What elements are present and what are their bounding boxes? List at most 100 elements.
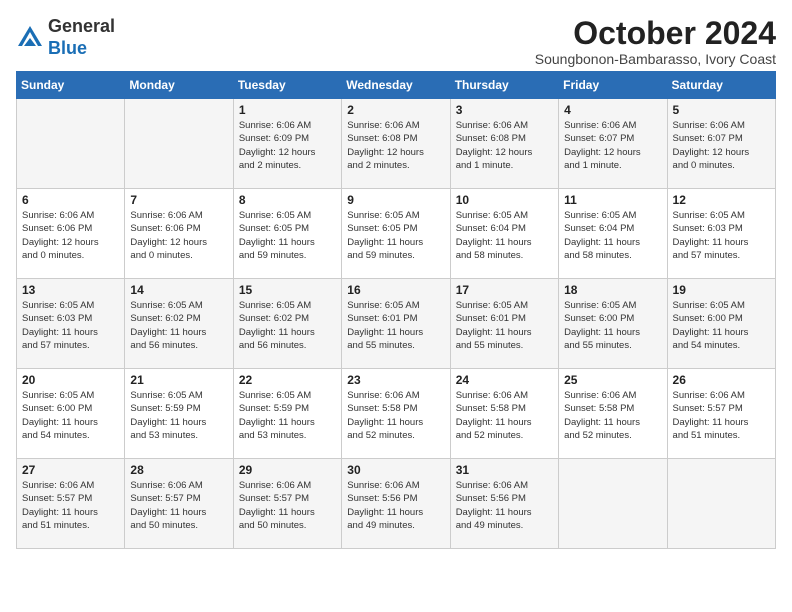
calendar-cell: 7 Sunrise: 6:06 AM Sunset: 6:06 PM Daylig… xyxy=(125,189,233,279)
day-detail: Sunrise: 6:06 AM Sunset: 6:07 PM Dayligh… xyxy=(564,119,661,172)
day-number: 25 xyxy=(564,373,661,387)
calendar-week-row: 27 Sunrise: 6:06 AM Sunset: 5:57 PM Dayli… xyxy=(17,459,776,549)
day-number: 20 xyxy=(22,373,119,387)
calendar-cell: 8 Sunrise: 6:05 AM Sunset: 6:05 PM Daylig… xyxy=(233,189,341,279)
calendar-cell xyxy=(667,459,775,549)
calendar-cell: 29 Sunrise: 6:06 AM Sunset: 5:57 PM Dayli… xyxy=(233,459,341,549)
day-number: 29 xyxy=(239,463,336,477)
day-number: 6 xyxy=(22,193,119,207)
day-detail: Sunrise: 6:06 AM Sunset: 5:58 PM Dayligh… xyxy=(456,389,553,442)
day-detail: Sunrise: 6:05 AM Sunset: 5:59 PM Dayligh… xyxy=(239,389,336,442)
day-number: 26 xyxy=(673,373,770,387)
day-number: 13 xyxy=(22,283,119,297)
day-detail: Sunrise: 6:05 AM Sunset: 6:02 PM Dayligh… xyxy=(130,299,227,352)
weekday-header-saturday: Saturday xyxy=(667,72,775,99)
day-detail: Sunrise: 6:06 AM Sunset: 5:57 PM Dayligh… xyxy=(22,479,119,532)
day-detail: Sunrise: 6:06 AM Sunset: 5:56 PM Dayligh… xyxy=(456,479,553,532)
calendar-cell: 9 Sunrise: 6:05 AM Sunset: 6:05 PM Daylig… xyxy=(342,189,450,279)
calendar-cell: 5 Sunrise: 6:06 AM Sunset: 6:07 PM Daylig… xyxy=(667,99,775,189)
day-detail: Sunrise: 6:05 AM Sunset: 6:03 PM Dayligh… xyxy=(22,299,119,352)
calendar-cell: 22Sunrise: 6:05 AM Sunset: 5:59 PM Dayli… xyxy=(233,369,341,459)
calendar-cell: 24 Sunrise: 6:06 AM Sunset: 5:58 PM Dayli… xyxy=(450,369,558,459)
calendar-cell: 11 Sunrise: 6:05 AM Sunset: 6:04 PM Dayli… xyxy=(559,189,667,279)
day-number: 8 xyxy=(239,193,336,207)
calendar-week-row: 20 Sunrise: 6:05 AM Sunset: 6:00 PM Dayli… xyxy=(17,369,776,459)
day-number: 2 xyxy=(347,103,444,117)
day-number: 23 xyxy=(347,373,444,387)
weekday-header-row: SundayMondayTuesdayWednesdayThursdayFrid… xyxy=(17,72,776,99)
calendar-cell: 25 Sunrise: 6:06 AM Sunset: 5:58 PM Dayli… xyxy=(559,369,667,459)
day-number: 19 xyxy=(673,283,770,297)
calendar-cell: 10Sunrise: 6:05 AM Sunset: 6:04 PM Dayli… xyxy=(450,189,558,279)
weekday-header-tuesday: Tuesday xyxy=(233,72,341,99)
day-detail: Sunrise: 6:05 AM Sunset: 6:05 PM Dayligh… xyxy=(239,209,336,262)
day-detail: Sunrise: 6:06 AM Sunset: 5:58 PM Dayligh… xyxy=(564,389,661,442)
calendar-cell: 18Sunrise: 6:05 AM Sunset: 6:00 PM Dayli… xyxy=(559,279,667,369)
day-number: 5 xyxy=(673,103,770,117)
calendar-body: 1 Sunrise: 6:06 AM Sunset: 6:09 PM Daylig… xyxy=(17,99,776,549)
day-number: 27 xyxy=(22,463,119,477)
calendar-cell: 4Sunrise: 6:06 AM Sunset: 6:07 PM Daylig… xyxy=(559,99,667,189)
day-detail: Sunrise: 6:06 AM Sunset: 6:06 PM Dayligh… xyxy=(22,209,119,262)
day-number: 3 xyxy=(456,103,553,117)
day-detail: Sunrise: 6:06 AM Sunset: 6:07 PM Dayligh… xyxy=(673,119,770,172)
day-detail: Sunrise: 6:06 AM Sunset: 5:56 PM Dayligh… xyxy=(347,479,444,532)
calendar-cell: 31 Sunrise: 6:06 AM Sunset: 5:56 PM Dayli… xyxy=(450,459,558,549)
day-detail: Sunrise: 6:05 AM Sunset: 6:03 PM Dayligh… xyxy=(673,209,770,262)
day-detail: Sunrise: 6:05 AM Sunset: 6:04 PM Dayligh… xyxy=(564,209,661,262)
calendar-cell: 28 Sunrise: 6:06 AM Sunset: 5:57 PM Dayli… xyxy=(125,459,233,549)
weekday-header-sunday: Sunday xyxy=(17,72,125,99)
day-number: 17 xyxy=(456,283,553,297)
day-number: 18 xyxy=(564,283,661,297)
day-detail: Sunrise: 6:06 AM Sunset: 5:57 PM Dayligh… xyxy=(673,389,770,442)
calendar-cell: 27 Sunrise: 6:06 AM Sunset: 5:57 PM Dayli… xyxy=(17,459,125,549)
day-detail: Sunrise: 6:05 AM Sunset: 6:02 PM Dayligh… xyxy=(239,299,336,352)
logo-blue-text: Blue xyxy=(48,38,87,58)
day-number: 1 xyxy=(239,103,336,117)
day-detail: Sunrise: 6:06 AM Sunset: 6:09 PM Dayligh… xyxy=(239,119,336,172)
day-number: 11 xyxy=(564,193,661,207)
calendar-cell: 20 Sunrise: 6:05 AM Sunset: 6:00 PM Dayli… xyxy=(17,369,125,459)
day-detail: Sunrise: 6:06 AM Sunset: 5:57 PM Dayligh… xyxy=(130,479,227,532)
calendar-cell: 21 Sunrise: 6:05 AM Sunset: 5:59 PM Dayli… xyxy=(125,369,233,459)
calendar-cell: 15 Sunrise: 6:05 AM Sunset: 6:02 PM Dayli… xyxy=(233,279,341,369)
calendar-cell xyxy=(559,459,667,549)
day-number: 14 xyxy=(130,283,227,297)
day-detail: Sunrise: 6:05 AM Sunset: 6:00 PM Dayligh… xyxy=(22,389,119,442)
day-number: 7 xyxy=(130,193,227,207)
day-number: 31 xyxy=(456,463,553,477)
calendar-cell: 2 Sunrise: 6:06 AM Sunset: 6:08 PM Daylig… xyxy=(342,99,450,189)
day-number: 9 xyxy=(347,193,444,207)
calendar-week-row: 6 Sunrise: 6:06 AM Sunset: 6:06 PM Daylig… xyxy=(17,189,776,279)
day-detail: Sunrise: 6:05 AM Sunset: 6:05 PM Dayligh… xyxy=(347,209,444,262)
day-number: 21 xyxy=(130,373,227,387)
day-detail: Sunrise: 6:05 AM Sunset: 6:01 PM Dayligh… xyxy=(347,299,444,352)
calendar-cell xyxy=(17,99,125,189)
calendar-week-row: 13 Sunrise: 6:05 AM Sunset: 6:03 PM Dayli… xyxy=(17,279,776,369)
calendar-table: SundayMondayTuesdayWednesdayThursdayFrid… xyxy=(16,71,776,549)
calendar-cell: 26 Sunrise: 6:06 AM Sunset: 5:57 PM Dayli… xyxy=(667,369,775,459)
day-detail: Sunrise: 6:06 AM Sunset: 5:58 PM Dayligh… xyxy=(347,389,444,442)
day-detail: Sunrise: 6:06 AM Sunset: 6:08 PM Dayligh… xyxy=(347,119,444,172)
title-block: October 2024 Soungbonon-Bambarasso, Ivor… xyxy=(535,16,776,67)
day-detail: Sunrise: 6:06 AM Sunset: 6:08 PM Dayligh… xyxy=(456,119,553,172)
day-number: 10 xyxy=(456,193,553,207)
day-detail: Sunrise: 6:06 AM Sunset: 5:57 PM Dayligh… xyxy=(239,479,336,532)
calendar-cell: 13 Sunrise: 6:05 AM Sunset: 6:03 PM Dayli… xyxy=(17,279,125,369)
logo-icon xyxy=(16,24,44,52)
month-title: October 2024 xyxy=(535,16,776,51)
day-detail: Sunrise: 6:05 AM Sunset: 5:59 PM Dayligh… xyxy=(130,389,227,442)
day-detail: Sunrise: 6:05 AM Sunset: 6:00 PM Dayligh… xyxy=(673,299,770,352)
day-number: 24 xyxy=(456,373,553,387)
calendar-cell: 19 Sunrise: 6:05 AM Sunset: 6:00 PM Dayli… xyxy=(667,279,775,369)
day-detail: Sunrise: 6:06 AM Sunset: 6:06 PM Dayligh… xyxy=(130,209,227,262)
calendar-cell: 6 Sunrise: 6:06 AM Sunset: 6:06 PM Daylig… xyxy=(17,189,125,279)
weekday-header-thursday: Thursday xyxy=(450,72,558,99)
calendar-cell: 14 Sunrise: 6:05 AM Sunset: 6:02 PM Dayli… xyxy=(125,279,233,369)
location-subtitle: Soungbonon-Bambarasso, Ivory Coast xyxy=(535,51,776,67)
calendar-week-row: 1 Sunrise: 6:06 AM Sunset: 6:09 PM Daylig… xyxy=(17,99,776,189)
day-number: 15 xyxy=(239,283,336,297)
weekday-header-wednesday: Wednesday xyxy=(342,72,450,99)
calendar-cell xyxy=(125,99,233,189)
day-number: 28 xyxy=(130,463,227,477)
